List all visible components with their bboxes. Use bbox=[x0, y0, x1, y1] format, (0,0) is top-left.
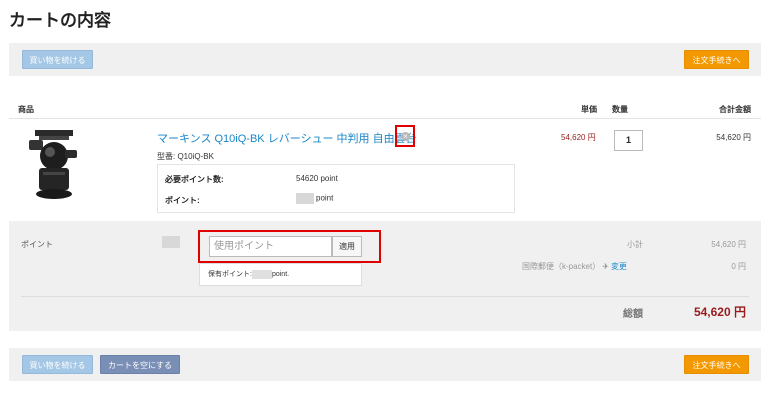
subtotal-label: 小計 bbox=[627, 240, 643, 249]
owned-points-prefix: 保有ポイント: bbox=[208, 271, 252, 278]
item-points-box: 必要ポイント数: 54620 point ポイント: point bbox=[157, 164, 515, 213]
shipping-label: 国際郵便（k-packet） bbox=[522, 262, 601, 271]
change-shipping-link[interactable]: 変更 bbox=[611, 262, 627, 271]
clear-cart-button[interactable]: カートを空にする bbox=[100, 355, 180, 374]
checkout-button[interactable]: 注文手続きへ bbox=[684, 50, 749, 69]
continue-shopping-button[interactable]: 買い物を続ける bbox=[22, 50, 93, 69]
remove-item-highlight: × bbox=[395, 125, 415, 147]
product-name-link[interactable]: マーキンス Q10iQ-BK レバーシュー 中判用 自由雲台 bbox=[157, 130, 417, 146]
apply-points-button[interactable]: 適用 bbox=[332, 236, 362, 257]
product-model: 型番: Q10iQ-BK bbox=[157, 152, 214, 161]
unit-price: 54,620 円 bbox=[561, 133, 596, 142]
points-section-label: ポイント bbox=[21, 240, 53, 249]
shipping-value: 0 円 bbox=[731, 262, 746, 271]
line-total: 54,620 円 bbox=[716, 133, 751, 142]
summary-panel: ポイント 使用ポイント 適用 保有ポイント: point. 小計 54,620 円… bbox=[9, 221, 761, 331]
owned-points-info: 保有ポイント: point. bbox=[199, 263, 362, 286]
points-label: ポイント: bbox=[165, 196, 200, 205]
airplane-icon: ✈ bbox=[602, 262, 609, 271]
summary-divider bbox=[21, 296, 749, 297]
checkout-button-bottom[interactable]: 注文手続きへ bbox=[684, 355, 749, 374]
header-product: 商品 bbox=[18, 105, 34, 114]
product-image[interactable] bbox=[27, 126, 81, 202]
header-total: 合計金額 bbox=[719, 105, 751, 114]
use-points-input[interactable]: 使用ポイント bbox=[209, 236, 332, 257]
required-points-value: 54620 point bbox=[296, 174, 338, 183]
points-value-wrap: point bbox=[296, 193, 333, 204]
quantity-input[interactable]: 1 bbox=[614, 130, 643, 151]
header-divider bbox=[9, 118, 761, 119]
header-quantity: 数量 bbox=[612, 105, 628, 114]
grand-total-label: 総額 bbox=[623, 309, 643, 320]
shipping-method: 国際郵便（k-packet） ✈ 変更 bbox=[522, 261, 627, 272]
header-unit-price: 単価 bbox=[581, 105, 597, 114]
points-unit: point bbox=[316, 193, 334, 203]
redacted-owned-points bbox=[251, 269, 272, 279]
top-action-bar: 買い物を続ける 注文手続きへ bbox=[9, 43, 761, 76]
redacted-points bbox=[296, 193, 314, 204]
remove-item-icon[interactable]: × bbox=[401, 132, 410, 141]
owned-points-suffix: point. bbox=[271, 271, 290, 278]
continue-shopping-button-bottom[interactable]: 買い物を続ける bbox=[22, 355, 93, 374]
required-points-label: 必要ポイント数: bbox=[165, 175, 224, 184]
redacted-points-balance bbox=[162, 236, 180, 248]
grand-total-value: 54,620 円 bbox=[693, 305, 746, 319]
subtotal-value: 54,620 円 bbox=[711, 240, 746, 249]
page-title: カートの内容 bbox=[9, 11, 111, 30]
bottom-action-bar: 買い物を続ける カートを空にする 注文手続きへ bbox=[9, 348, 761, 381]
